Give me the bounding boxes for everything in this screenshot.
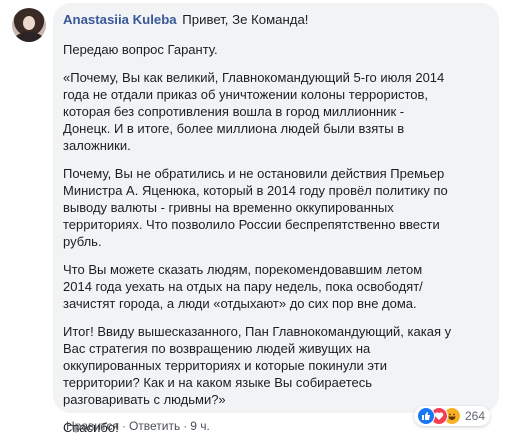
- reaction-count: 264: [464, 409, 485, 423]
- comment-bubble: Anastasiia Kuleba Привет, Зе Команда! Пе…: [53, 3, 499, 435]
- reactions-summary[interactable]: 264: [413, 406, 490, 426]
- comment-header: Anastasiia Kuleba Привет, Зе Команда!: [63, 11, 491, 29]
- separator: ·: [183, 419, 188, 433]
- comment-paragraph: Итог! Ввиду вышесказанного, Пан Главноко…: [63, 324, 452, 407]
- comment-paragraph: Что Вы можете сказать людям, порекомендо…: [63, 262, 423, 311]
- separator: ·: [121, 419, 126, 433]
- like-icon: [416, 407, 435, 425]
- reply-button[interactable]: Ответить: [129, 419, 180, 433]
- timestamp[interactable]: 9 ч.: [190, 419, 210, 433]
- greeting-text: Привет, Зе Команда!: [182, 12, 309, 27]
- like-button[interactable]: Нравится: [66, 419, 119, 433]
- avatar[interactable]: [12, 8, 46, 42]
- comment-paragraph: «Почему, Вы как великий, Главнокомандующ…: [63, 70, 445, 153]
- comment-actions: Нравится · Ответить · 9 ч.: [66, 419, 210, 433]
- comment-paragraph: Передаю вопрос Гаранту.: [63, 42, 218, 57]
- comment-paragraph: Почему, Вы не обратились и не остановили…: [63, 166, 448, 249]
- author-name[interactable]: Anastasiia Kuleba: [63, 12, 177, 27]
